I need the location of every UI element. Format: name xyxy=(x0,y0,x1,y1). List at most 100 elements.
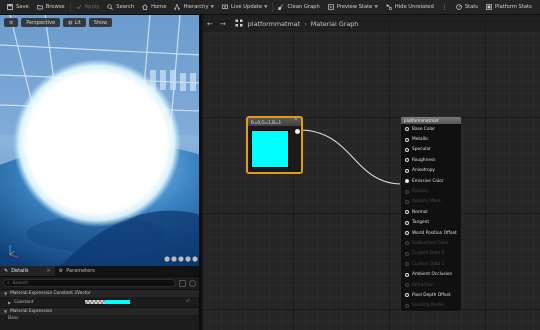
input-pin-icon[interactable] xyxy=(405,147,409,152)
input-pin-label: Opacity Mask xyxy=(412,199,441,205)
category-material-expression[interactable]: ▼ Material Expression xyxy=(0,307,199,315)
close-icon[interactable]: ✕ xyxy=(47,268,51,274)
material-preview-viewport[interactable]: ≡ Perspective ◍ Lit Show xyxy=(0,15,201,266)
input-pin-icon[interactable] xyxy=(405,199,409,204)
chevron-down-icon: ▼ xyxy=(4,291,8,296)
details-search-input[interactable]: ⌕ Search xyxy=(3,279,176,287)
chevron-down-icon: ▼ xyxy=(210,4,214,10)
input-pin-icon[interactable] xyxy=(405,189,409,194)
more-options-button[interactable]: ⋮ xyxy=(438,0,452,15)
platform-stats-button[interactable]: Platform Stats xyxy=(482,0,536,15)
toolbar-divider xyxy=(69,2,71,12)
live-update-button[interactable]: Live Update ▼ xyxy=(218,0,272,15)
input-pin-icon[interactable] xyxy=(405,251,409,256)
input-pin-label: Pixel Depth Offset xyxy=(412,292,451,298)
hide-unrelated-button[interactable]: Hide Unrelated xyxy=(382,0,438,15)
material-input-pin-row[interactable]: Roughness xyxy=(401,155,461,165)
input-pin-icon[interactable] xyxy=(405,283,409,288)
material-input-pin-row[interactable]: Custom Data 0 xyxy=(401,249,461,259)
live-update-icon xyxy=(222,4,228,10)
input-pin-icon[interactable] xyxy=(405,231,409,236)
material-input-pin-row[interactable]: Anisotropy xyxy=(401,166,461,176)
settings-gear-icon[interactable] xyxy=(189,279,196,287)
home-button[interactable]: Home xyxy=(138,0,170,15)
property-matrix-button[interactable] xyxy=(179,279,186,287)
toolbar-divider xyxy=(272,2,274,12)
input-pin-label: Base Color xyxy=(412,126,436,132)
material-input-pin-row[interactable]: Custom Data 1 xyxy=(401,259,461,269)
input-pin-icon[interactable] xyxy=(405,262,409,267)
input-pin-icon[interactable] xyxy=(405,137,409,142)
material-input-pin-row[interactable]: Ambient Occlusion xyxy=(401,269,461,279)
material-graph-canvas[interactable]: ← → platformmatmat › Material Graph R=0,… xyxy=(203,15,540,330)
folder-icon xyxy=(36,4,43,10)
material-input-pin-row[interactable]: World Position Offset xyxy=(401,228,461,238)
tab-details-label: Details xyxy=(11,268,29,274)
hierarchy-button[interactable]: Hierarchy ▼ xyxy=(170,0,218,15)
parameters-icon: ⚙ xyxy=(58,268,64,274)
search-button[interactable]: Search xyxy=(103,0,138,15)
details-tabs: ✎ Details ✕ ⚙ Parameters xyxy=(0,266,199,277)
property-desc-label: Desc xyxy=(8,315,19,321)
material-input-pin-row[interactable]: Refraction xyxy=(401,280,461,290)
preview-state-button[interactable]: Preview State ▼ xyxy=(324,0,382,15)
apply-button[interactable]: Apply xyxy=(72,0,104,15)
save-label: Save xyxy=(16,4,29,10)
input-pin-icon[interactable] xyxy=(405,127,409,132)
chevron-up-icon[interactable]: ⌃ xyxy=(294,118,298,124)
output-pin[interactable] xyxy=(295,129,300,134)
input-pin-icon[interactable] xyxy=(405,293,409,298)
material-input-pin-row[interactable]: Opacity xyxy=(401,186,461,196)
input-pin-label: Subsurface Color xyxy=(412,240,449,246)
main-toolbar: Save Browse Apply Search Home Hierarchy … xyxy=(0,0,540,15)
material-input-pin-row[interactable]: Base Color xyxy=(401,124,461,134)
material-input-pin-row[interactable]: Emissive Color xyxy=(401,176,461,186)
input-pin-icon[interactable] xyxy=(405,241,409,246)
hide-unrelated-icon xyxy=(386,4,392,10)
material-input-pin-row[interactable]: Shading Model xyxy=(401,301,461,311)
input-pin-icon[interactable] xyxy=(405,158,409,163)
material-input-pin-row[interactable]: Pixel Depth Offset xyxy=(401,290,461,300)
input-pin-label: Tangent xyxy=(412,220,430,226)
input-pin-icon[interactable] xyxy=(405,303,409,308)
clean-graph-button[interactable]: Clean Graph xyxy=(274,0,323,15)
perspective-button[interactable]: Perspective xyxy=(21,18,61,27)
material-input-pin-row[interactable]: Subsurface Color xyxy=(401,238,461,248)
lit-button[interactable]: ◍ Lit xyxy=(63,18,86,27)
show-button[interactable]: Show xyxy=(88,18,113,27)
material-result-node[interactable]: platformmatmat Base Color Metallic Specula… xyxy=(400,116,462,312)
material-input-pin-row[interactable]: Specular xyxy=(401,145,461,155)
home-label: Home xyxy=(151,4,167,10)
details-icon: ✎ xyxy=(4,268,9,274)
constant-color-swatch[interactable] xyxy=(84,299,131,305)
platform-stats-icon xyxy=(486,4,492,10)
save-icon xyxy=(7,4,13,10)
input-pin-icon[interactable] xyxy=(405,272,409,277)
apply-label: Apply xyxy=(84,4,100,10)
constant3vector-node[interactable]: R=0,G=1,B=1 ⌃ xyxy=(246,116,303,174)
search-placeholder: Search xyxy=(12,280,28,286)
material-input-pin-row[interactable]: Normal xyxy=(401,207,461,217)
hamburger-menu-button[interactable]: ≡ xyxy=(4,18,19,27)
tab-parameters[interactable]: ⚙ Parameters xyxy=(55,266,99,276)
material-node-header: platformmatmat xyxy=(401,117,461,124)
category-constant-vector[interactable]: ▼ Material Expression Constant 3Vector xyxy=(0,289,199,297)
material-node-title: platformmatmat xyxy=(404,118,439,123)
stats-button[interactable]: Stats xyxy=(452,0,482,15)
reset-to-default-icon[interactable]: ↶ xyxy=(186,299,190,305)
input-pin-label: Specular xyxy=(412,147,431,153)
browse-button[interactable]: Browse xyxy=(33,0,69,15)
input-pin-icon[interactable] xyxy=(405,220,409,225)
stats-icon xyxy=(455,4,462,10)
input-pin-icon[interactable] xyxy=(405,210,409,215)
material-input-pin-row[interactable]: Metallic xyxy=(401,134,461,144)
input-pin-icon[interactable] xyxy=(405,179,409,184)
material-input-pin-row[interactable]: Opacity Mask xyxy=(401,197,461,207)
material-input-pin-row[interactable]: Tangent xyxy=(401,218,461,228)
tab-details[interactable]: ✎ Details ✕ xyxy=(0,266,55,276)
input-pin-icon[interactable] xyxy=(405,168,409,173)
save-button[interactable]: Save xyxy=(3,0,33,15)
property-constant: ▶ Constant ↶ xyxy=(0,297,199,307)
chevron-right-icon[interactable]: ▶ xyxy=(8,300,11,305)
viewport-toolbar: ≡ Perspective ◍ Lit Show xyxy=(4,18,113,27)
